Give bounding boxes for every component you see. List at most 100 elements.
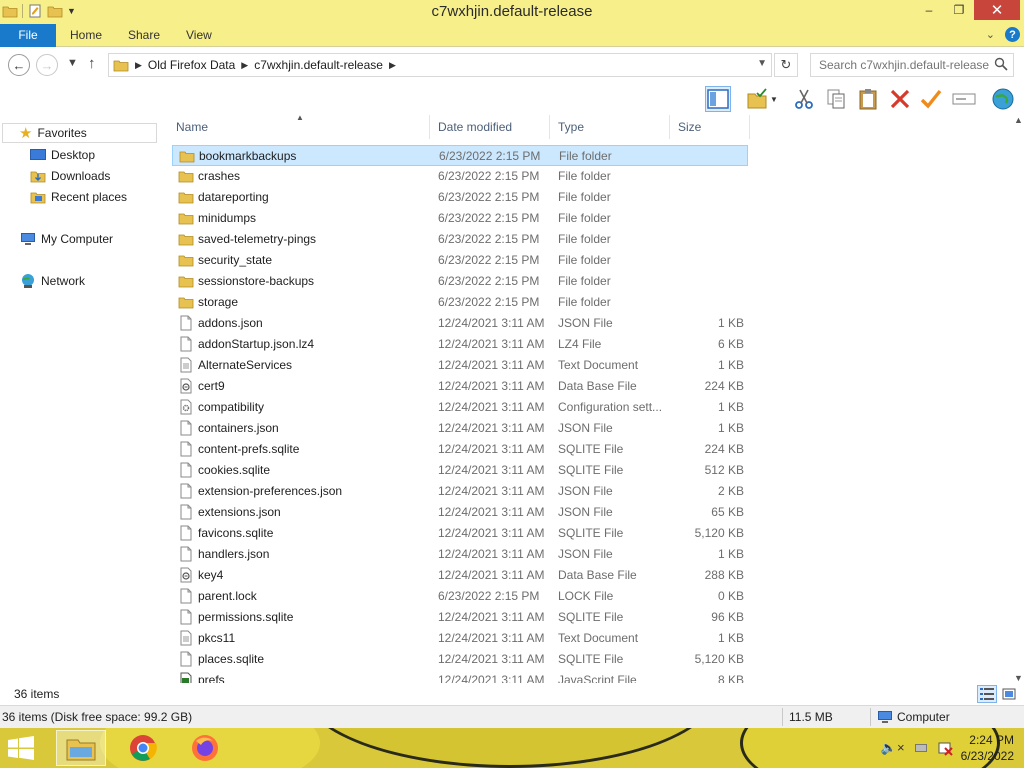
database-file-icon	[180, 567, 192, 583]
checkmark-icon	[920, 89, 942, 109]
start-button[interactable]	[6, 736, 38, 762]
paste-button[interactable]	[855, 86, 881, 112]
help-button[interactable]: ?	[1005, 27, 1020, 42]
delete-button[interactable]	[887, 86, 913, 112]
select-button[interactable]	[918, 86, 944, 112]
network-status-icon[interactable]	[913, 740, 929, 756]
file-size: 224 KB	[704, 379, 744, 393]
table-row[interactable]: security_state 6/23/2022 2:15 PM File fold…	[172, 250, 748, 271]
breadcrumb-item[interactable]: Old Firefox Data	[148, 58, 235, 72]
navigation-bar: ← → ▼ ↑ ▶ Old Firefox Data ▶ c7wxhjin.de…	[0, 47, 1024, 83]
table-row[interactable]: handlers.json 12/24/2021 3:11 AM JSON File…	[172, 544, 748, 565]
restore-button[interactable]: ❐	[944, 0, 974, 20]
table-row[interactable]: favicons.sqlite 12/24/2021 3:11 AM SQLITE …	[172, 523, 748, 544]
scroll-down-icon[interactable]: ▼	[1014, 673, 1023, 683]
windows-logo-icon	[8, 736, 34, 760]
column-header-size[interactable]: Size	[670, 115, 750, 139]
table-row[interactable]: minidumps 6/23/2022 2:15 PM File folder	[172, 208, 748, 229]
table-row[interactable]: saved-telemetry-pings 6/23/2022 2:15 PM Fi…	[172, 229, 748, 250]
file-type: File folder	[558, 253, 611, 267]
expand-ribbon-icon[interactable]: ⌄	[986, 28, 995, 41]
table-row[interactable]: prefs 12/24/2021 3:11 AM JavaScript File 8 …	[172, 670, 748, 683]
vertical-scrollbar[interactable]: ▲ ▼	[1012, 115, 1024, 683]
file-size: 1 KB	[717, 631, 744, 645]
search-input[interactable]	[811, 54, 991, 76]
table-row[interactable]: permissions.sqlite 12/24/2021 3:11 AM SQLI…	[172, 607, 748, 628]
column-header-date[interactable]: Date modified	[430, 115, 550, 139]
file-name: sessionstore-backups	[198, 274, 315, 288]
file-type: JSON File	[558, 316, 613, 330]
table-row[interactable]: pkcs11 12/24/2021 3:11 AM Text Document 1 K…	[172, 628, 748, 649]
table-row[interactable]: addons.json 12/24/2021 3:11 AM JSON File 1 …	[172, 313, 748, 334]
up-arrow-icon[interactable]: ↑	[88, 55, 96, 72]
taskbar-file-explorer-button[interactable]	[56, 730, 106, 766]
taskbar-firefox-button[interactable]	[180, 730, 230, 766]
column-header-type[interactable]: Type	[550, 115, 670, 139]
close-button[interactable]: ✕	[974, 0, 1020, 20]
sidebar-item-downloads[interactable]: Downloads	[30, 166, 110, 186]
breadcrumb-item[interactable]: c7wxhjin.default-release	[254, 58, 383, 72]
table-row[interactable]: AlternateServices 12/24/2021 3:11 AM Text …	[172, 355, 748, 376]
search-box[interactable]	[810, 53, 1014, 77]
address-dropdown-icon[interactable]: ▼	[757, 58, 767, 69]
table-row[interactable]: extensions.json 12/24/2021 3:11 AM JSON Fi…	[172, 502, 748, 523]
breadcrumb-separator-icon[interactable]: ▶	[389, 60, 396, 71]
tab-view[interactable]: View	[172, 24, 226, 47]
table-row[interactable]: extension-preferences.json 12/24/2021 3:1…	[172, 481, 748, 502]
details-view-button[interactable]	[977, 685, 997, 703]
scroll-up-icon[interactable]: ▲	[1014, 115, 1023, 125]
tab-share[interactable]: Share	[114, 24, 174, 47]
file-type: File folder	[558, 232, 611, 246]
recent-locations-chevron-icon[interactable]: ▼	[67, 57, 78, 69]
tab-file[interactable]: File	[0, 24, 56, 47]
cut-button[interactable]	[791, 86, 817, 112]
address-bar[interactable]: ▶ Old Firefox Data ▶ c7wxhjin.default-re…	[108, 53, 772, 77]
copy-to-folder-button[interactable]: ▼	[744, 86, 780, 112]
sidebar-item-my-computer[interactable]: My Computer	[20, 229, 113, 249]
clock[interactable]: 2:24 PM 6/23/2022	[961, 732, 1014, 764]
rename-button[interactable]	[951, 86, 977, 112]
file-type: SQLITE File	[558, 526, 624, 540]
forward-button[interactable]: →	[36, 54, 58, 76]
file-date-modified: 6/23/2022 2:15 PM	[438, 190, 540, 204]
sidebar-item-desktop[interactable]: Desktop	[30, 145, 95, 165]
search-icon[interactable]	[994, 57, 1008, 71]
file-icon	[180, 462, 192, 478]
action-center-icon[interactable]	[937, 740, 953, 756]
table-row[interactable]: cookies.sqlite 12/24/2021 3:11 AM SQLITE F…	[172, 460, 748, 481]
status-location: Computer	[897, 710, 950, 724]
sidebar-item-favorites[interactable]: ★ Favorites	[2, 123, 157, 143]
text-file-icon	[180, 630, 192, 646]
table-row[interactable]: addonStartup.json.lz4 12/24/2021 3:11 AM L…	[172, 334, 748, 355]
table-row[interactable]: key4 12/24/2021 3:11 AM Data Base File 288 …	[172, 565, 748, 586]
preview-pane-button[interactable]	[705, 86, 731, 112]
table-row[interactable]: crashes 6/23/2022 2:15 PM File folder	[172, 166, 748, 187]
file-size: 96 KB	[711, 610, 744, 624]
sidebar-item-network[interactable]: Network	[20, 271, 85, 291]
network-button[interactable]	[990, 86, 1016, 112]
table-row[interactable]: places.sqlite 12/24/2021 3:11 AM SQLITE Fi…	[172, 649, 748, 670]
table-row[interactable]: datareporting 6/23/2022 2:15 PM File folde…	[172, 187, 748, 208]
table-row[interactable]: compatibility 12/24/2021 3:11 AM Configura…	[172, 397, 748, 418]
refresh-button[interactable]: ↻	[774, 53, 798, 77]
minimize-button[interactable]: –	[914, 0, 944, 20]
large-icons-view-button[interactable]	[999, 685, 1019, 703]
table-row[interactable]: cert9 12/24/2021 3:11 AM Data Base File 224…	[172, 376, 748, 397]
divider	[782, 708, 783, 726]
sidebar-item-recent-places[interactable]: Recent places	[30, 187, 127, 207]
table-row[interactable]: bookmarkbackups 6/23/2022 2:15 PM File fol…	[172, 145, 748, 166]
table-row[interactable]: storage 6/23/2022 2:15 PM File folder	[172, 292, 748, 313]
taskbar-chrome-button[interactable]	[118, 730, 168, 766]
volume-muted-icon[interactable]: 🔈×	[881, 740, 905, 756]
copy-button[interactable]	[823, 86, 849, 112]
back-button[interactable]: ←	[8, 54, 30, 76]
breadcrumb-separator-icon[interactable]: ▶	[241, 60, 248, 71]
tab-home[interactable]: Home	[56, 24, 116, 47]
file-type: SQLITE File	[558, 463, 624, 477]
table-row[interactable]: containers.json 12/24/2021 3:11 AM JSON Fi…	[172, 418, 748, 439]
file-date-modified: 12/24/2021 3:11 AM	[438, 547, 545, 561]
table-row[interactable]: sessionstore-backups 6/23/2022 2:15 PM Fil…	[172, 271, 748, 292]
breadcrumb-separator-icon[interactable]: ▶	[135, 60, 142, 71]
table-row[interactable]: content-prefs.sqlite 12/24/2021 3:11 AM SQ…	[172, 439, 748, 460]
table-row[interactable]: parent.lock 6/23/2022 2:15 PM LOCK File 0 K…	[172, 586, 748, 607]
